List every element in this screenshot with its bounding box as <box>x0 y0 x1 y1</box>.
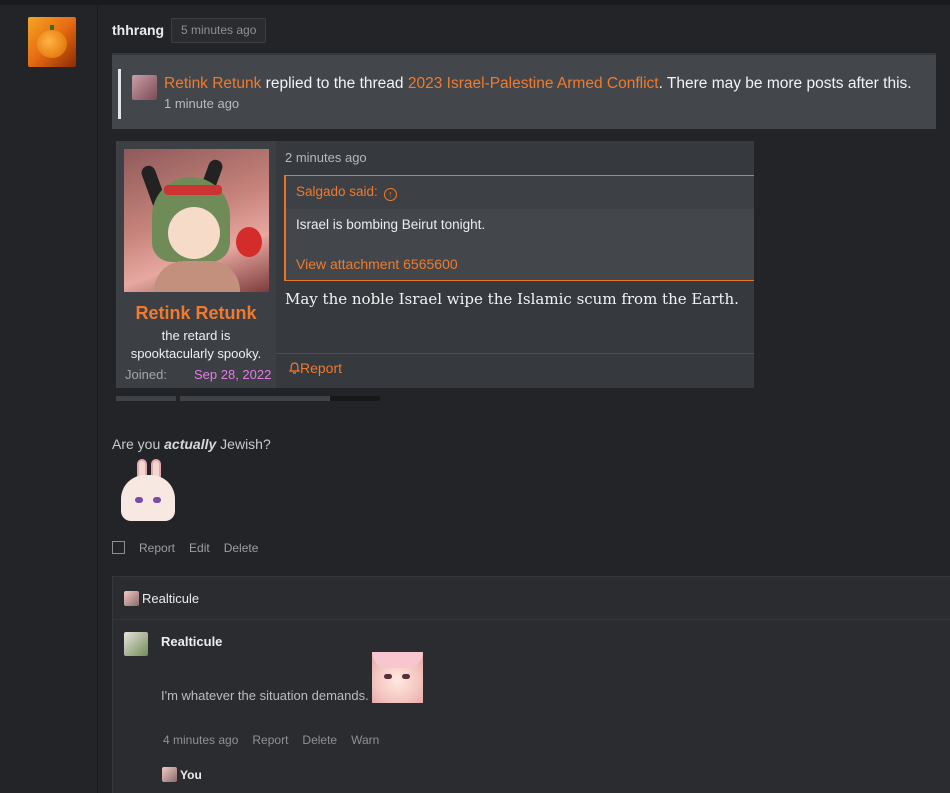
strip-segment-3 <box>330 396 380 401</box>
notice-thread-link[interactable]: 2023 Israel-Palestine Armed Conflict <box>408 75 659 92</box>
arrow-up-circle-icon[interactable]: ↑ <box>383 188 397 201</box>
reply-message: Are you actually Jewish? <box>112 436 271 452</box>
notice-middle-text: replied to the thread <box>261 75 408 92</box>
gutter-divider <box>97 5 98 793</box>
card-post-time[interactable]: 2 minutes ago <box>285 150 367 165</box>
joined-date: Sep 28, 2022 <box>194 367 272 382</box>
comment-warn-link[interactable]: Warn <box>351 733 379 747</box>
comment-delete-link[interactable]: Delete <box>302 733 337 747</box>
delete-link[interactable]: Delete <box>224 541 259 555</box>
comment-meta: 4 minutes ago Report Delete Warn <box>163 733 393 747</box>
card-divider <box>276 353 754 354</box>
card-report-label: Report <box>300 360 343 376</box>
emote-hair <box>372 652 423 668</box>
thread-reply-notice: Retink Retunk replied to the thread 2023… <box>112 53 936 129</box>
notice-line: Retink Retunk replied to the thread 2023… <box>164 75 912 93</box>
reply-suffix: Jewish? <box>216 436 271 452</box>
comments-header-user[interactable]: Realticule <box>124 591 199 606</box>
comment-report-link[interactable]: Report <box>252 733 288 747</box>
avatar-headband <box>164 185 222 195</box>
card-report-link[interactable]: Report <box>288 360 343 376</box>
post-time-badge[interactable]: 5 minutes ago <box>171 18 267 43</box>
devil-icon <box>236 227 262 257</box>
bell-icon <box>288 362 301 374</box>
emote-eye-right <box>402 674 410 679</box>
you-reply-label[interactable]: You <box>162 767 202 782</box>
bunny-sticker-image <box>113 457 177 521</box>
smug-emote-image <box>372 652 423 703</box>
header-user-avatar <box>124 591 139 606</box>
card-scroll-strip[interactable] <box>116 396 380 401</box>
card-user-title: the retard is spooktacularly spooky. <box>130 328 262 361</box>
comments-header: Realticule <box>113 577 950 620</box>
reply-emphasis: actually <box>164 436 217 452</box>
notice-user-avatar[interactable] <box>132 75 157 100</box>
joined-label: Joined: <box>125 367 167 382</box>
you-avatar <box>162 767 177 782</box>
comment-text: I'm whatever the situation demands. <box>161 688 369 703</box>
embedded-post-card: Retink Retunk the retard is spooktacular… <box>116 141 754 388</box>
report-link[interactable]: Report <box>139 541 175 555</box>
post-author-name[interactable]: thhrang <box>112 22 164 38</box>
attachment-link[interactable]: View attachment 6565600 <box>296 256 458 272</box>
reply-prefix: Are you <box>112 436 165 452</box>
quote-text: Israel is bombing Beirut tonight. <box>296 217 486 232</box>
author-avatar[interactable] <box>28 17 76 67</box>
header-user-name: Realticule <box>142 591 200 606</box>
you-text: You <box>180 768 202 782</box>
notice-tail-text: . There may be more posts after this. <box>658 75 912 92</box>
avatar-face <box>168 207 220 259</box>
avatar-robe <box>154 261 240 292</box>
card-avatar[interactable] <box>124 149 269 292</box>
profile-comments: Realticule Realticule I'm whatever the s… <box>112 576 950 793</box>
sticker-eye-right <box>153 497 161 503</box>
strip-segment-2 <box>180 396 330 401</box>
comment-user-name[interactable]: Realticule <box>161 634 222 649</box>
card-body-text: May the noble Israel wipe the Islamic sc… <box>285 290 739 308</box>
quote-block: Salgado said: ↑ Israel is bombing Beirut … <box>284 175 754 281</box>
top-bar <box>0 0 950 5</box>
edit-link[interactable]: Edit <box>189 541 210 555</box>
comment-avatar[interactable] <box>124 632 148 656</box>
pumpkin-icon <box>37 30 67 58</box>
sticker-eye-left <box>135 497 143 503</box>
sticker-head <box>121 475 175 521</box>
select-checkbox[interactable] <box>112 541 125 554</box>
quote-author-link[interactable]: Salgado said: ↑ <box>296 184 397 201</box>
notice-bar <box>118 69 121 119</box>
post-actions: Report Edit Delete <box>112 541 272 555</box>
comment-time[interactable]: 4 minutes ago <box>163 733 238 747</box>
emote-eye-left <box>384 674 392 679</box>
notice-user-link[interactable]: Retink Retunk <box>164 75 261 92</box>
quote-author: Salgado said: <box>296 184 378 199</box>
strip-segment-1 <box>116 396 176 401</box>
notice-time: 1 minute ago <box>164 96 240 111</box>
card-user-name[interactable]: Retink Retunk <box>116 303 276 324</box>
